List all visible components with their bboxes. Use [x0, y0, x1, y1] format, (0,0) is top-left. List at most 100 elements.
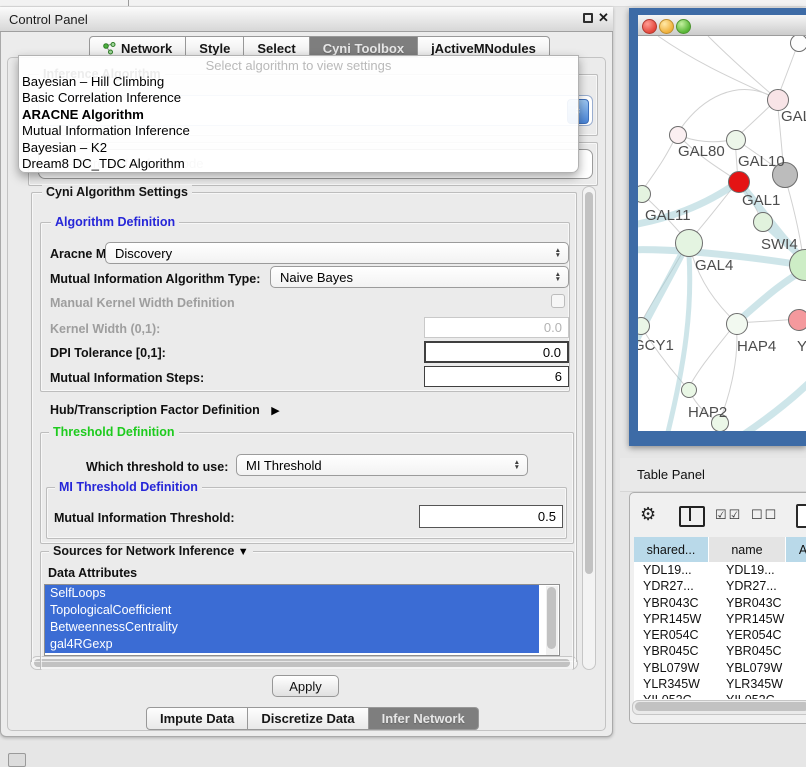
- attribute-list-item[interactable]: BetweennessCentrality: [45, 619, 539, 636]
- network-node[interactable]: [669, 126, 687, 144]
- table-cell: 9.: [802, 677, 806, 693]
- table-row[interactable]: YER054CYER054C8.: [634, 628, 806, 644]
- algorithm-definition-title: Algorithm Definition: [51, 215, 179, 229]
- network-window-titlebar[interactable]: [638, 15, 806, 36]
- table-column-header[interactable]: name: [709, 537, 786, 562]
- network-node[interactable]: [681, 382, 697, 398]
- unchecked-columns-icon[interactable]: ☐☐: [751, 507, 778, 523]
- list-scrollbar[interactable]: [546, 586, 558, 656]
- table-cell: YBR043C: [634, 596, 717, 612]
- checked-columns-icon[interactable]: ☑☑: [715, 507, 742, 523]
- network-node[interactable]: [726, 130, 746, 150]
- table-function-icon[interactable]: [796, 504, 806, 528]
- hub-definition-toggle[interactable]: Hub/Transcription Factor Definition ▶: [50, 401, 280, 419]
- network-node-label: GAL80: [678, 143, 725, 160]
- table-cell: 13: [802, 563, 806, 579]
- dpi-tolerance-input[interactable]: 0.0: [424, 341, 569, 363]
- tab-impute-data[interactable]: Impute Data: [146, 707, 248, 730]
- network-node-label: GAL10: [738, 153, 785, 170]
- table-row[interactable]: YDL19...YDL19...13: [634, 563, 806, 579]
- attribute-list-item[interactable]: SelfLoops: [45, 585, 539, 602]
- tab-label: Select: [257, 41, 295, 56]
- dropdown-item-list: Bayesian – Hill ClimbingBasic Correlatio…: [22, 74, 572, 172]
- network-node[interactable]: [728, 171, 750, 193]
- table-row[interactable]: YLR345WYLR345W9.: [634, 677, 806, 693]
- data-attributes-list[interactable]: SelfLoopsTopologicalCoefficientBetweenne…: [44, 584, 560, 656]
- aracne-mode-value: Discovery: [115, 246, 172, 261]
- table-cell: [802, 596, 806, 612]
- network-node-label: HAP4: [737, 338, 776, 355]
- expanded-arrow-icon[interactable]: ▼: [238, 546, 249, 558]
- network-node[interactable]: [790, 36, 806, 52]
- gear-icon[interactable]: ⚙: [640, 504, 656, 525]
- mi-type-value: Naive Bayes: [280, 270, 353, 285]
- table-row[interactable]: YDR27...YDR27...12: [634, 579, 806, 595]
- table-scrollbar-thumb[interactable]: [635, 702, 806, 711]
- table-row[interactable]: YBL079WYBL079W: [634, 661, 806, 677]
- aracne-mode-select[interactable]: Discovery ▲▼: [105, 242, 569, 264]
- columns-icon[interactable]: [679, 506, 705, 527]
- table-browser-widget: ⚙ ☑☑ ☐☐ shared...nameA YDL19...YDL19...1…: [629, 492, 806, 724]
- table-cell: 8.: [802, 628, 806, 644]
- which-threshold-value: MI Threshold: [246, 458, 322, 473]
- table-cell: 9.: [802, 612, 806, 628]
- zoom-traffic-light-icon[interactable]: [676, 19, 691, 34]
- attribute-list-item[interactable]: TopologicalCoefficient: [45, 602, 539, 619]
- table-column-header[interactable]: shared...: [634, 537, 709, 562]
- dropdown-item[interactable]: Mutual Information Inference: [22, 123, 572, 139]
- table-row[interactable]: YBR043CYBR043C: [634, 596, 806, 612]
- network-canvas[interactable]: GAL7GAL80GAL10GAL1GAL11SWI4GAL4GCY1HAP4Y…: [638, 36, 806, 431]
- table-cell: YPR145W: [717, 612, 802, 628]
- dropdown-item[interactable]: Dream8 DC_TDC Algorithm: [22, 156, 572, 172]
- list-scrollbar-thumb[interactable]: [547, 587, 556, 649]
- tab-discretize-data[interactable]: Discretize Data: [248, 707, 368, 730]
- which-threshold-select[interactable]: MI Threshold ▲▼: [236, 454, 528, 476]
- tab-infer-network[interactable]: Infer Network: [369, 707, 479, 730]
- mi-type-select[interactable]: Naive Bayes ▲▼: [270, 266, 569, 288]
- network-tab-icon: [103, 42, 116, 55]
- table-row[interactable]: YIL052CYIL052C0: [634, 693, 806, 699]
- table-cell: YPR145W: [634, 612, 717, 628]
- sources-title: Sources for Network Inference ▼: [49, 544, 253, 558]
- vertical-scrollbar-thumb[interactable]: [585, 192, 593, 574]
- apply-button[interactable]: Apply: [272, 675, 339, 697]
- dropdown-item[interactable]: Basic Correlation Inference: [22, 90, 572, 106]
- table-row[interactable]: YBR045CYBR045C9.: [634, 644, 806, 660]
- table-cell: 0: [802, 693, 806, 699]
- table-row[interactable]: YPR145WYPR145W9.: [634, 612, 806, 628]
- network-node-label: GAL1: [742, 192, 780, 209]
- network-view-window[interactable]: GAL7GAL80GAL10GAL1GAL11SWI4GAL4GCY1HAP4Y…: [638, 15, 806, 431]
- network-node[interactable]: [726, 313, 748, 335]
- table-column-header[interactable]: A: [786, 537, 806, 562]
- collapsed-arrow-icon[interactable]: ▶: [271, 405, 279, 417]
- mi-threshold-input[interactable]: 0.5: [419, 505, 563, 528]
- attribute-list-item[interactable]: gal4RGexp: [45, 636, 539, 653]
- settings-vertical-scrollbar[interactable]: [582, 186, 596, 670]
- network-node[interactable]: [788, 309, 806, 331]
- control-panel-titlebar[interactable]: [0, 7, 613, 32]
- mi-steps-input[interactable]: 6: [424, 366, 569, 387]
- close-icon[interactable]: ✕: [598, 10, 609, 26]
- table-cell: [802, 661, 806, 677]
- close-traffic-light-icon[interactable]: [642, 19, 657, 34]
- tab-label: Infer Network: [382, 711, 465, 726]
- dropdown-item[interactable]: ARACNE Algorithm: [22, 107, 572, 123]
- dropdown-item[interactable]: Bayesian – K2: [22, 140, 572, 156]
- algorithm-dropdown-popup: Select algorithm to view settings Bayesi…: [18, 55, 579, 173]
- float-window-icon[interactable]: [583, 13, 593, 23]
- minimize-traffic-light-icon[interactable]: [659, 19, 674, 34]
- network-node[interactable]: [753, 212, 773, 232]
- dpi-tolerance-label: DPI Tolerance [0,1]:: [50, 346, 166, 360]
- dropdown-item[interactable]: Bayesian – Hill Climbing: [22, 74, 572, 90]
- network-node-label: GAL4: [695, 257, 733, 274]
- minimized-widget[interactable]: [8, 753, 26, 767]
- table-horizontal-scrollbar[interactable]: [632, 700, 806, 715]
- table-cell: YIL052C: [717, 693, 802, 699]
- table-cell: YBR045C: [634, 644, 717, 660]
- network-node[interactable]: [675, 229, 703, 257]
- table-cell: YLR345W: [634, 677, 717, 693]
- kernel-width-input[interactable]: 0.0: [424, 317, 569, 338]
- table-panel-bar: Table Panel: [620, 458, 806, 492]
- manual-kernel-checkbox[interactable]: [551, 294, 565, 308]
- manual-kernel-label: Manual Kernel Width Definition: [50, 296, 235, 310]
